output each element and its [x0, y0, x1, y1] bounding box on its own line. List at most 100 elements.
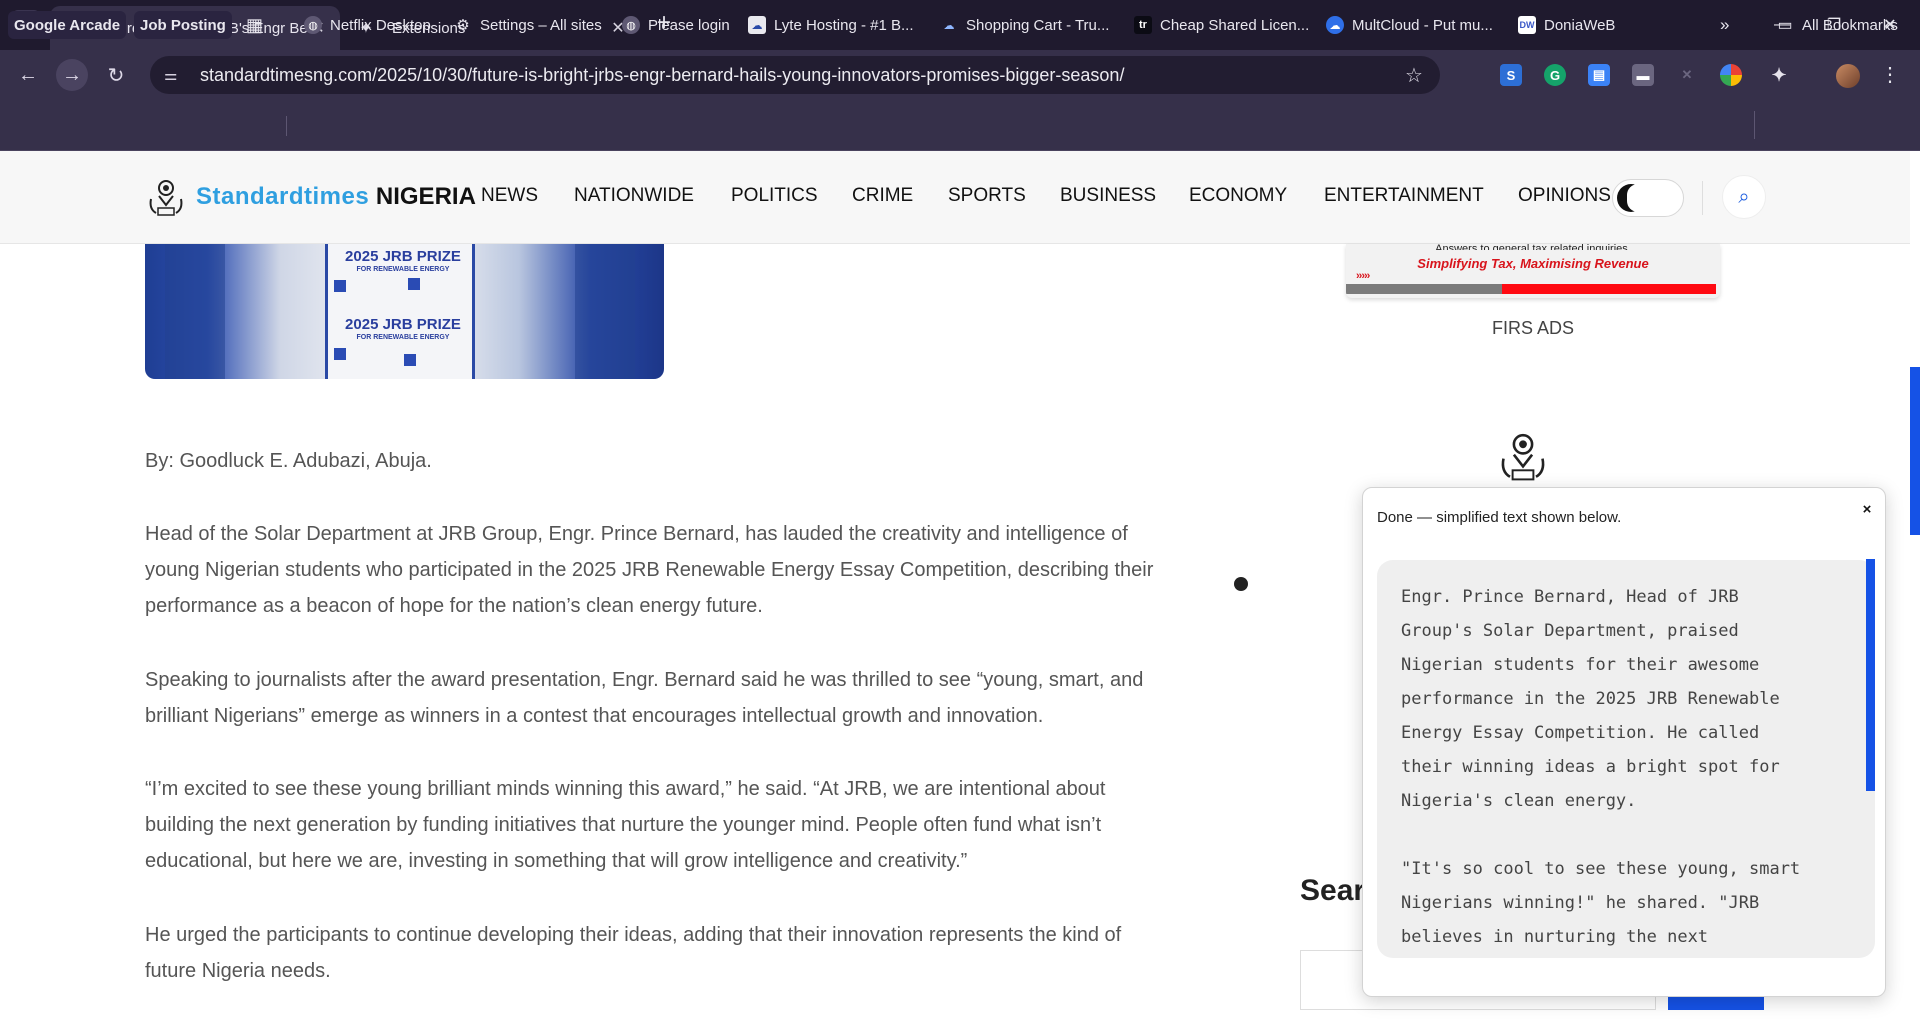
dark-mode-toggle[interactable] — [1612, 179, 1684, 217]
cloud-icon: ☁ — [1326, 16, 1344, 34]
simplified-line: Group's Solar Department, praised — [1401, 621, 1739, 641]
simplified-text: Engr. Prince Bernard, Head of JRB Group'… — [1401, 580, 1847, 954]
simplified-line: Nigerians winning!" he shared. "JRB — [1401, 893, 1760, 913]
bookmark-netflix-desktop[interactable]: ◍ Netflix Desktop — [304, 11, 431, 39]
all-bookmarks-button[interactable]: ▭ All Bookmarks — [1776, 11, 1898, 39]
popup-scrollbar[interactable] — [1866, 559, 1875, 791]
bookmark-please-login[interactable]: ◍ Please login — [622, 11, 730, 39]
grammarly-icon[interactable]: G — [1544, 64, 1566, 86]
site-logo-text[interactable]: Standardtimes NIGERIA — [196, 183, 476, 211]
simplified-text-box[interactable]: Engr. Prince Bernard, Head of JRB Group'… — [1377, 560, 1875, 958]
nav-nationwide[interactable]: NATIONWIDE — [574, 185, 694, 207]
extension-files-icon[interactable]: ▤ — [1588, 64, 1610, 86]
image-drape — [165, 244, 225, 379]
nav-economy[interactable]: ECONOMY — [1189, 185, 1287, 207]
paragraph-line: brilliant Nigerians” emerge as winners i… — [145, 705, 1044, 727]
bookmark-star-icon[interactable]: ☆ — [1402, 63, 1426, 88]
nav-sports[interactable]: SPORTS — [948, 185, 1026, 207]
bookmark-google-arcade[interactable]: Google Arcade — [8, 11, 127, 39]
popup-close-button[interactable]: × — [1857, 500, 1877, 520]
simplified-line: Engr. Prince Bernard, Head of JRB — [1401, 587, 1739, 607]
paragraph-line: educational, but here we are, investing … — [145, 850, 968, 872]
extension-x-icon[interactable]: ✕ — [1676, 64, 1698, 86]
paragraph-line: performance as a beacon of hope for the … — [145, 595, 763, 617]
browser-menu-icon[interactable]: ⋮ — [1880, 62, 1900, 87]
bookmarks-divider — [286, 116, 287, 136]
globe-icon: ◍ — [622, 16, 640, 34]
ad-caption: FIRS ADS — [1491, 318, 1575, 338]
prize-banner-subtext: FOR RENEWABLE ENERGY — [356, 266, 450, 273]
ad-tagline: Simplifying Tax, Maximising Revenue — [1417, 256, 1649, 271]
mouse-cursor — [1234, 577, 1248, 591]
browser-toolbar: ← → ↻ ⚌ standardtimesng.com/2025/10/30/f… — [0, 50, 1920, 100]
extension-folder-icon[interactable]: ▬ — [1632, 64, 1654, 86]
reload-button[interactable]: ↻ — [100, 59, 132, 91]
logo-part2: NIGERIA — [375, 183, 476, 210]
banner-square — [334, 348, 346, 360]
arrow-right-icon: → — [62, 63, 82, 86]
url-text[interactable]: standardtimesng.com/2025/10/30/future-is… — [200, 65, 1402, 86]
search-icon: ⌕ — [1738, 185, 1750, 208]
bookmark-label: DoniaWeB — [1544, 16, 1616, 34]
article-paragraph-4: He urged the participants to continue de… — [145, 917, 1195, 989]
prize-banner-text: 2025 JRB PRIZE — [345, 248, 461, 265]
nav-politics[interactable]: POLITICS — [731, 185, 818, 207]
banner-square — [334, 280, 346, 292]
header-search-button[interactable]: ⌕ — [1722, 175, 1766, 219]
ad-bar-grey — [1346, 284, 1502, 294]
simplified-line: Nigerian students for their awesome — [1401, 655, 1760, 675]
extensions-puzzle-icon[interactable]: ✦ — [1768, 64, 1790, 86]
simplified-line: performance in the 2025 JRB Renewable — [1401, 689, 1780, 709]
bookmark-lyte-hosting[interactable]: ☁ Lyte Hosting - #1 B... — [748, 11, 914, 39]
prize-banner-subtext: FOR RENEWABLE ENERGY — [356, 334, 450, 341]
tr-icon: tr — [1134, 16, 1152, 34]
article-hero-image: 2025 JRB PRIZE FOR RENEWABLE ENERGY 2025… — [145, 244, 664, 379]
bookmark-shopping-cart[interactable]: ☁ Shopping Cart - Tru... — [940, 11, 1110, 39]
bookmark-label: Job Posting — [140, 16, 226, 34]
more-bookmarks-icon[interactable]: » — [1720, 11, 1729, 39]
ad-bar-red — [1502, 284, 1716, 294]
simplified-line: Energy Essay Competition. He called — [1401, 723, 1760, 743]
banner-square — [404, 354, 416, 366]
simplified-line: "It's so cool to see these young, smart — [1401, 859, 1801, 879]
folder-icon: ▭ — [1777, 17, 1793, 34]
profile-avatar[interactable] — [1836, 64, 1860, 88]
back-button[interactable]: ← — [12, 59, 44, 91]
simplified-line: Nigeria's clean energy. — [1401, 791, 1637, 811]
bookmark-label: Netflix Desktop — [330, 16, 431, 34]
nav-business[interactable]: BUSINESS — [1060, 185, 1156, 207]
nav-news[interactable]: NEWS — [481, 185, 538, 207]
extension-color-icon[interactable] — [1720, 64, 1742, 86]
bookmark-cheap-shared-licen[interactable]: tr Cheap Shared Licen... — [1134, 11, 1309, 39]
logo-part1: Standardtimes — [196, 183, 370, 210]
nav-entertainment[interactable]: ENTERTAINMENT — [1324, 185, 1484, 207]
extension-s-icon[interactable]: S — [1500, 64, 1522, 86]
bookmark-doniaweb[interactable]: DW DoniaWeB — [1518, 11, 1615, 39]
popup-status: Done — simplified text shown below. — [1377, 509, 1622, 526]
bookmark-multcloud[interactable]: ☁ MultCloud - Put mu... — [1326, 11, 1493, 39]
reload-icon: ↻ — [107, 64, 125, 87]
nav-crime[interactable]: CRIME — [852, 185, 913, 207]
cloud-icon: ☁ — [943, 19, 955, 32]
bookmark-label: MultCloud - Put mu... — [1352, 16, 1493, 34]
forward-button[interactable]: → — [56, 59, 88, 91]
nav-opinions[interactable]: OPINIONS — [1518, 185, 1611, 207]
address-bar[interactable]: ⚌ standardtimesng.com/2025/10/30/future-… — [150, 56, 1440, 94]
ad-arrows: ››››› — [1356, 270, 1370, 282]
gear-icon: ⚙ — [456, 17, 470, 34]
paragraph-line: future Nigeria needs. — [145, 960, 331, 982]
bookmark-label: All Bookmarks — [1802, 16, 1898, 34]
site-settings-icon[interactable]: ⚌ — [164, 66, 186, 84]
bookmark-label: Cheap Shared Licen... — [1160, 16, 1310, 34]
page-scroll-indicator[interactable] — [1910, 367, 1920, 535]
ad-top-text: Answers to general tax related inquiries… — [1435, 244, 1631, 250]
site-logo-icon[interactable] — [146, 177, 186, 217]
bookmark-settings-all-sites[interactable]: ⚙ Settings – All sites — [454, 11, 601, 39]
cloud-icon: ☁ — [748, 16, 766, 34]
firs-ad-banner[interactable]: Answers to general tax related inquiries… — [1346, 244, 1720, 298]
moon-icon-cutout — [1627, 184, 1649, 212]
bookmark-job-posting[interactable]: Job Posting — [134, 11, 232, 39]
prize-banner-text: 2025 JRB PRIZE — [345, 316, 461, 333]
apps-grid-icon[interactable]: ▦ — [246, 11, 263, 39]
bookmark-label: Google Arcade — [14, 16, 121, 34]
